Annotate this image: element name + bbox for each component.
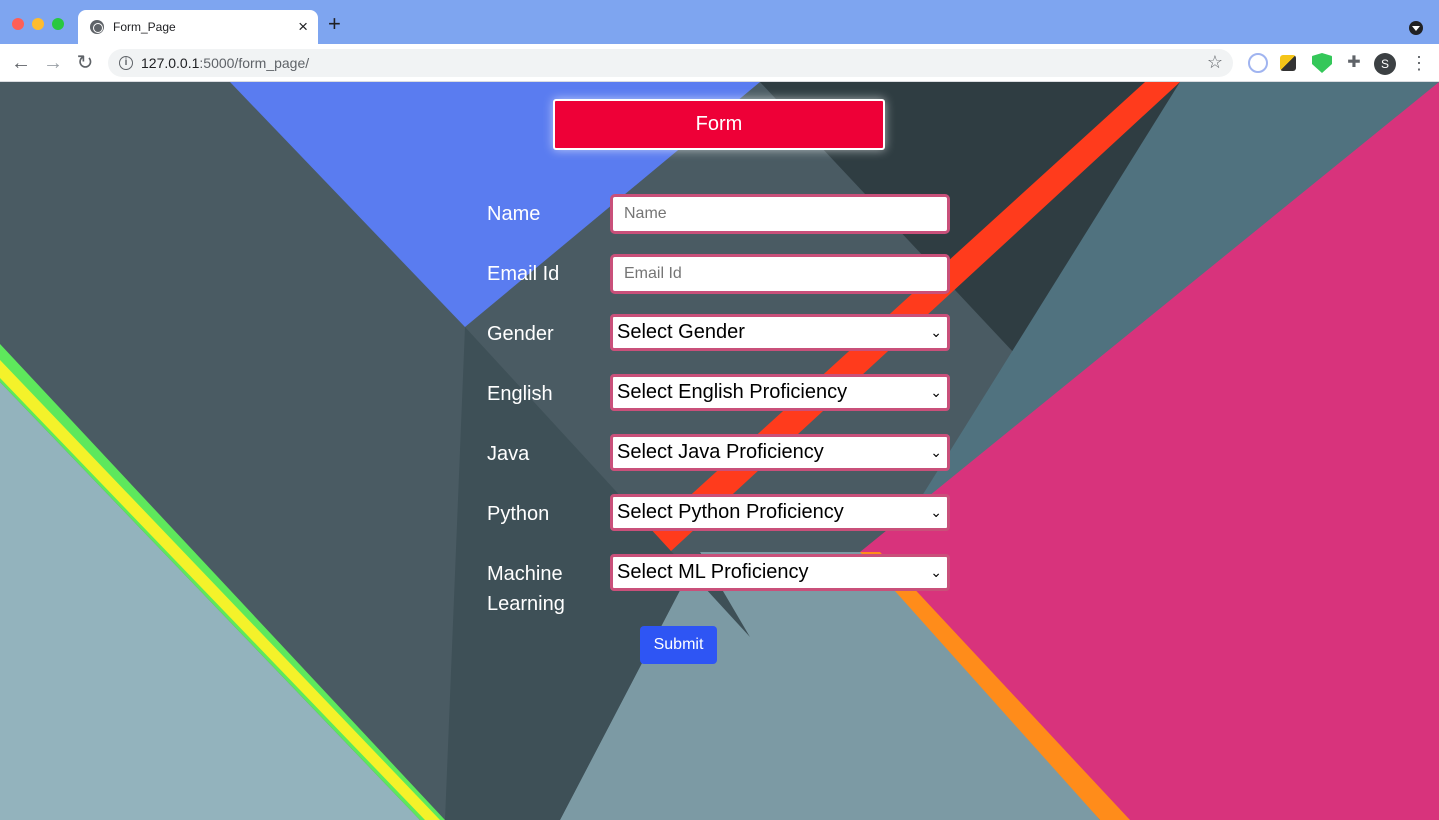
address-bar[interactable]: i 127.0.0.1:5000/form_page/ ☆ <box>108 49 1233 77</box>
ml-label-line2: Learning <box>487 593 565 615</box>
new-tab-button[interactable]: + <box>328 13 341 35</box>
java-select-value: Select Java Proficiency <box>617 441 824 463</box>
tab-title: Form_Page <box>113 20 176 34</box>
close-window-button[interactable] <box>12 18 24 30</box>
url-text[interactable]: 127.0.0.1:5000/form_page/ <box>141 55 309 71</box>
forward-button[interactable]: → <box>40 50 66 76</box>
email-input[interactable] <box>610 254 950 294</box>
menu-icon[interactable]: ⋮ <box>1410 52 1428 74</box>
page-viewport: Form Name Email Id Gender Select Gender … <box>0 82 1439 820</box>
form-title-banner: Form <box>553 99 885 150</box>
name-label: Name <box>487 203 541 225</box>
ml-select-value: Select ML Proficiency <box>617 561 809 583</box>
name-input[interactable] <box>610 194 950 234</box>
url-path: :5000/form_page/ <box>199 55 310 71</box>
java-label: Java <box>487 443 530 465</box>
puzzle-extensions-icon[interactable]: ✚ <box>1344 53 1364 73</box>
ml-label-line1: Machine <box>487 563 563 585</box>
reload-button[interactable]: ↻ <box>72 50 98 76</box>
bookmark-star-icon[interactable]: ☆ <box>1207 52 1223 73</box>
chevron-down-icon: ⌄ <box>930 564 942 580</box>
broom-extension-icon[interactable] <box>1280 55 1296 71</box>
submit-button[interactable]: Submit <box>640 626 717 664</box>
python-select[interactable]: Select Python Proficiency ⌄ <box>610 494 950 531</box>
gender-label: Gender <box>487 323 554 345</box>
java-select[interactable]: Select Java Proficiency ⌄ <box>610 434 950 471</box>
globe-icon <box>90 20 104 34</box>
url-host: 127.0.0.1 <box>141 55 200 71</box>
tab-strip: Form_Page × + <box>0 0 1439 44</box>
python-label: Python <box>487 503 550 525</box>
chevron-down-icon: ⌄ <box>930 324 942 340</box>
gender-select[interactable]: Select Gender ⌄ <box>610 314 950 351</box>
gender-select-value: Select Gender <box>617 321 745 343</box>
english-select-value: Select English Proficiency <box>617 381 848 403</box>
react-devtools-icon[interactable] <box>1248 53 1268 73</box>
email-label: Email Id <box>487 263 560 285</box>
tab-search-icon[interactable] <box>1409 21 1423 35</box>
maximize-window-button[interactable] <box>52 18 64 30</box>
profile-avatar[interactable]: S <box>1374 53 1396 75</box>
tab-form-page[interactable]: Form_Page × <box>78 10 318 44</box>
tab-close-button[interactable]: × <box>298 17 308 37</box>
ml-label: Machine Learning <box>487 559 597 619</box>
minimize-window-button[interactable] <box>32 18 44 30</box>
chevron-down-icon: ⌄ <box>930 444 942 460</box>
info-icon[interactable]: i <box>119 56 133 70</box>
back-button[interactable]: ← <box>8 50 34 76</box>
chevron-down-icon: ⌄ <box>930 504 942 520</box>
chevron-down-icon: ⌄ <box>930 384 942 400</box>
browser-toolbar: ← → ↻ i 127.0.0.1:5000/form_page/ ☆ ✚ S … <box>0 44 1439 82</box>
python-select-value: Select Python Proficiency <box>617 501 844 523</box>
english-select[interactable]: Select English Proficiency ⌄ <box>610 374 950 411</box>
english-label: English <box>487 383 553 405</box>
shield-extension-icon[interactable] <box>1312 53 1332 73</box>
ml-select[interactable]: Select ML Proficiency ⌄ <box>610 554 950 591</box>
